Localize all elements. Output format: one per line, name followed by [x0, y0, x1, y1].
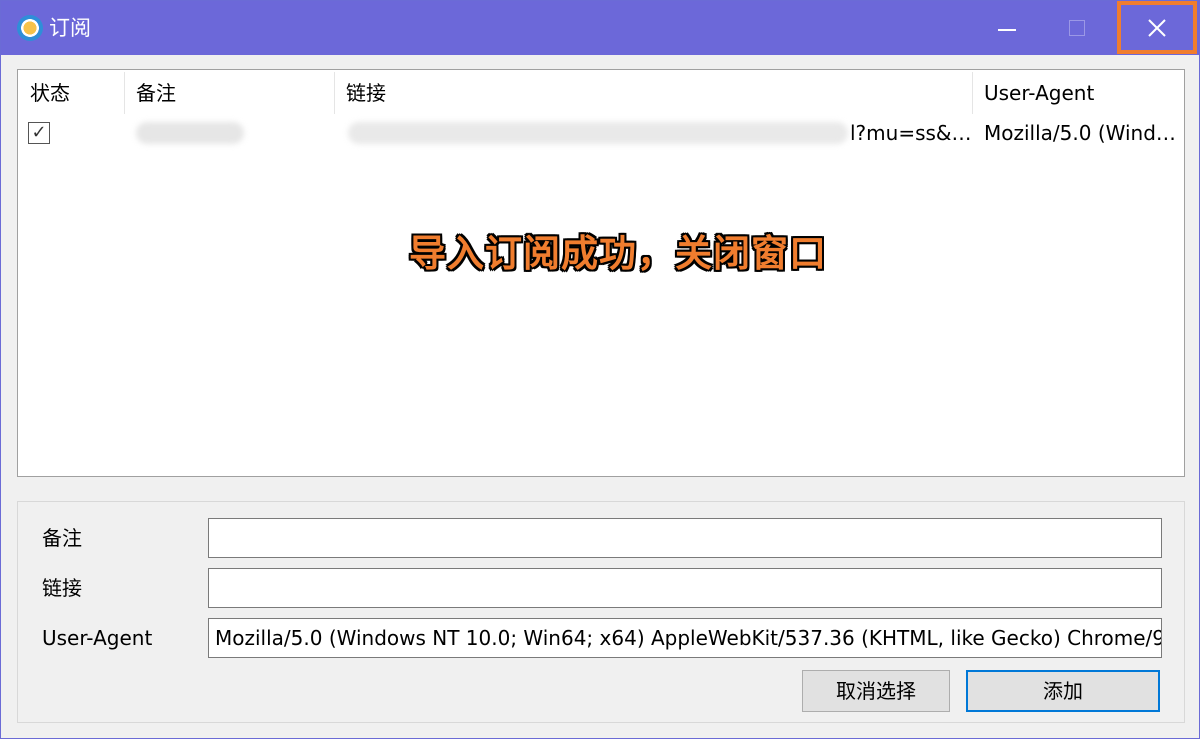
minimize-button[interactable] — [977, 1, 1037, 55]
column-header-link[interactable]: 链接 — [334, 70, 972, 116]
cancel-selection-button[interactable]: 取消选择 — [802, 670, 950, 712]
link-input[interactable] — [208, 568, 1162, 608]
link-label: 链接 — [42, 576, 82, 600]
close-button[interactable] — [1117, 1, 1197, 54]
redacted-link — [348, 122, 848, 144]
user-agent-input[interactable]: Mozilla/5.0 (Windows NT 10.0; Win64; x64… — [208, 618, 1162, 658]
annotation-text: 导入订阅成功，关闭窗口 — [409, 232, 827, 275]
column-header-remark[interactable]: 备注 — [124, 70, 334, 116]
window-title: 订阅 — [49, 16, 91, 40]
remark-input[interactable] — [208, 518, 1162, 558]
table-row[interactable]: ✓ l?mu=ss&… Mozilla/5.0 (Wind… — [18, 116, 1184, 150]
redacted-remark — [136, 122, 244, 144]
close-icon — [1148, 18, 1166, 37]
remark-label: 备注 — [42, 526, 82, 550]
user-agent-cell: Mozilla/5.0 (Wind… — [984, 121, 1176, 145]
column-header-status[interactable]: 状态 — [18, 70, 124, 116]
row-checkbox[interactable]: ✓ — [28, 122, 50, 144]
subscription-window: 订阅 状态 备注 链接 User-Agent ✓ l?mu=ss&… Mozil… — [0, 0, 1200, 739]
edit-panel: 备注 链接 User-Agent Mozilla/5.0 (Windows NT… — [17, 501, 1185, 723]
app-icon — [17, 15, 43, 41]
list-header: 状态 备注 链接 User-Agent — [18, 70, 1184, 116]
column-header-user-agent[interactable]: User-Agent — [972, 70, 1184, 116]
link-cell: l?mu=ss&… — [850, 121, 970, 145]
user-agent-label: User-Agent — [42, 626, 153, 650]
minimize-icon — [998, 29, 1016, 31]
maximize-button — [1047, 1, 1107, 55]
maximize-icon — [1069, 20, 1085, 36]
title-bar[interactable]: 订阅 — [1, 1, 1200, 55]
add-button[interactable]: 添加 — [966, 670, 1160, 712]
